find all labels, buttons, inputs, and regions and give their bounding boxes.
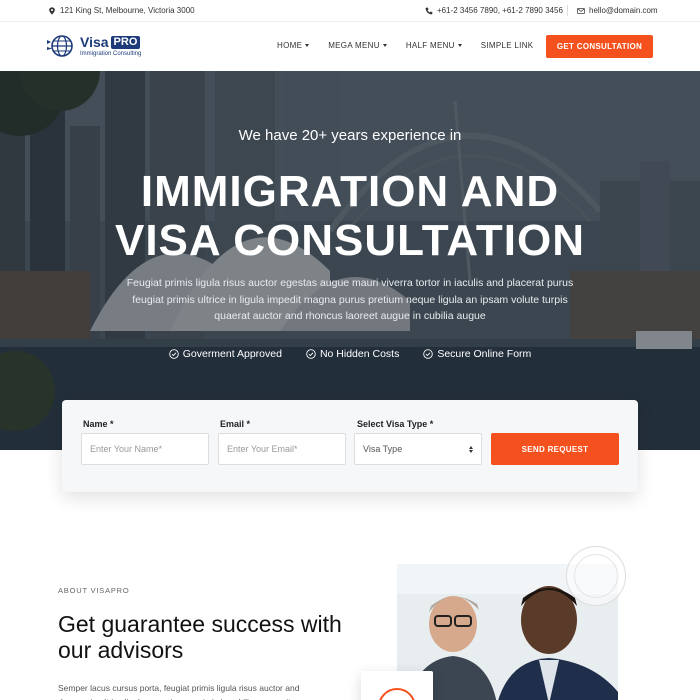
logo-subtitle: Immigration Consulting — [80, 51, 142, 57]
envelope-icon — [577, 7, 585, 14]
about-eyebrow: ABOUT VISAPRO — [58, 586, 130, 595]
check-circle-icon — [168, 349, 179, 359]
nav-item-simple-link[interactable]: SIMPLE LINK — [481, 41, 534, 50]
badge-no-hidden-costs: No Hidden Costs — [306, 348, 399, 360]
badge-label: Secure Online Form — [437, 348, 532, 360]
consultation-request-form: Name * Enter Your Name* Email * Enter Yo… — [62, 400, 638, 492]
badge-government-approved: Goverment Approved — [168, 348, 282, 360]
nav-label: HOME — [277, 41, 303, 50]
topbar-divider — [567, 5, 568, 16]
nav-label: HALF MENU — [405, 41, 455, 50]
hero-description: Feugiat primis ligula risus auctor egest… — [126, 277, 574, 322]
logo-text: Visa PRO Immigration Consulting — [80, 35, 141, 57]
logo-title: Visa PRO — [80, 35, 141, 49]
badge-label: Goverment Approved — [182, 348, 282, 360]
logo[interactable]: Visa PRO Immigration Consulting — [46, 34, 141, 58]
play-circle-icon[interactable] — [378, 688, 416, 700]
decorative-ring — [566, 546, 626, 606]
logo-title-word: Visa — [80, 34, 109, 50]
email-text[interactable]: hello@domain.com — [589, 6, 658, 15]
video-play-card[interactable] — [361, 671, 433, 700]
check-circle-icon — [306, 349, 316, 359]
phone-icon — [425, 7, 433, 14]
nav-label: MEGA MENU — [328, 41, 380, 50]
email-label: Email * — [220, 419, 251, 429]
name-label: Name * — [83, 419, 114, 429]
visa-type-label: Select Visa Type * — [357, 419, 434, 429]
hero-subtitle: We have 20+ years experience in — [238, 127, 462, 144]
email-placeholder: Enter Your Email* — [227, 444, 298, 454]
chevron-down-icon — [382, 44, 387, 47]
chevron-down-icon — [305, 44, 310, 47]
decorative-ring-inner — [574, 554, 618, 598]
send-request-button[interactable]: SEND REQUEST — [491, 433, 619, 465]
address-item: 121 King St, Melbourne, Victoria 3000 — [48, 6, 195, 15]
get-consultation-button[interactable]: GET CONSULTATION — [546, 35, 653, 58]
nav-item-home[interactable]: HOME — [277, 41, 310, 50]
badge-secure-online-form: Secure Online Form — [423, 348, 531, 360]
hero-title-line-2: VISA CONSULTATION — [114, 216, 586, 265]
about-title: Get guarantee success with our advisors — [58, 611, 342, 663]
name-placeholder: Enter Your Name* — [90, 444, 163, 454]
hero-badges: Goverment Approved No Hidden Costs Secur… — [0, 348, 700, 360]
globe-logo-icon — [47, 35, 73, 57]
address-text: 121 King St, Melbourne, Victoria 3000 — [60, 6, 195, 15]
visa-type-select[interactable]: Visa Type — [354, 433, 482, 465]
about-text: Semper lacus cursus porta, feugiat primi… — [58, 683, 300, 700]
main-nav: HOME MEGA MENU HALF MENU SIMPLE LINK — [277, 41, 552, 50]
nav-label: SIMPLE LINK — [480, 41, 534, 50]
nav-item-half-menu[interactable]: HALF MENU — [406, 41, 462, 50]
chevron-down-icon — [457, 44, 462, 47]
email-item[interactable]: hello@domain.com — [577, 6, 658, 15]
check-circle-icon — [423, 349, 434, 359]
top-info-bar: 121 King St, Melbourne, Victoria 3000 +6… — [0, 0, 700, 22]
phone-item[interactable]: +61-2 3456 7890, +61-2 7890 3456 — [425, 6, 563, 15]
map-pin-icon — [49, 6, 55, 15]
nav-item-mega-menu[interactable]: MEGA MENU — [328, 41, 387, 50]
badge-label: No Hidden Costs — [319, 348, 400, 360]
name-field[interactable]: Enter Your Name* — [81, 433, 209, 465]
email-field[interactable]: Enter Your Email* — [218, 433, 346, 465]
hero-title-line-1: IMMIGRATION AND — [140, 167, 560, 216]
select-arrows-icon — [469, 445, 473, 453]
visa-type-selected: Visa Type — [363, 444, 403, 454]
hero-section: We have 20+ years experience in IMMIGRAT… — [0, 71, 700, 450]
phone-text[interactable]: +61-2 3456 7890, +61-2 7890 3456 — [437, 6, 563, 15]
logo-pro-badge: PRO — [110, 35, 141, 49]
site-header: Visa PRO Immigration Consulting HOME MEG… — [0, 22, 700, 71]
